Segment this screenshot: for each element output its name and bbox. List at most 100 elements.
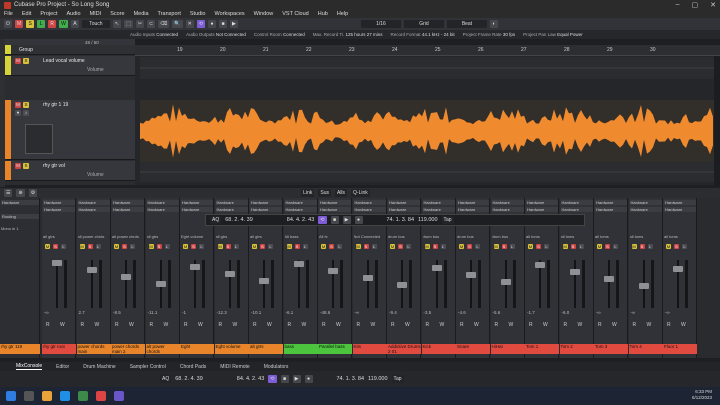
write-button[interactable]: W [59, 20, 68, 28]
write-button[interactable]: W [405, 322, 410, 328]
volume-value[interactable]: -10.1 [251, 310, 261, 315]
volume-fader-cap[interactable] [155, 281, 166, 287]
write-button[interactable]: W [302, 322, 307, 328]
output-routing[interactable]: Hardware [284, 200, 317, 205]
volume-fader-cap[interactable] [362, 275, 373, 281]
routing-target[interactable]: all gtrs [43, 234, 75, 239]
read-button[interactable]: R [115, 322, 119, 328]
read-button[interactable]: R [391, 322, 395, 328]
tab-midi-remote[interactable]: MIDI Remote [220, 364, 249, 370]
maximize-button[interactable]: ▢ [692, 1, 699, 9]
write-button[interactable]: W [60, 322, 65, 328]
mute-button[interactable]: S [329, 244, 334, 249]
input-routing[interactable]: Hardware [560, 207, 593, 212]
write-button[interactable]: W [578, 322, 583, 328]
track-name[interactable]: rhy gtr vol [43, 163, 65, 169]
routing-target[interactable]: all toms [595, 234, 627, 239]
channel-name[interactable]: Tom 4 [628, 344, 663, 354]
alls-button[interactable]: Alls [334, 189, 348, 197]
listen-button[interactable]: L [578, 244, 584, 249]
volume-fader-cap[interactable] [397, 282, 407, 288]
close-button[interactable]: ✕ [710, 1, 716, 9]
routing-target[interactable]: all toms [664, 234, 696, 239]
mute-button[interactable]: S [432, 244, 438, 249]
menu-item-edit[interactable]: Edit [22, 11, 31, 17]
channel-strip[interactable]: Hardware Hardware all power chrds M S L -8.5 R W… [111, 198, 145, 358]
volume-fader-track[interactable] [125, 260, 127, 308]
output-routing[interactable]: Hardware [112, 200, 144, 205]
mute-button[interactable]: S [570, 244, 576, 249]
read-button[interactable]: R [564, 322, 568, 328]
monitor-button[interactable]: M [183, 244, 188, 249]
automation-param[interactable]: Volume [87, 172, 104, 178]
status-item[interactable]: Record Format 44.1 kHz - 24 bit [391, 32, 455, 37]
right-locator[interactable]: 84. 4. 2. 43 [237, 376, 265, 382]
mute-button[interactable]: M [15, 102, 21, 108]
record-enable-icon[interactable]: ● [15, 110, 21, 116]
volume-fader-track[interactable] [608, 260, 610, 308]
mute-button[interactable]: M [15, 163, 21, 169]
volume-value[interactable]: -∞ [44, 310, 49, 315]
volume-fader-cap[interactable] [52, 260, 62, 266]
mute-tool-icon[interactable]: ✕ [185, 20, 194, 28]
volume-fader-cap[interactable] [638, 283, 649, 289]
output-routing[interactable]: Hardware [422, 200, 455, 205]
write-button[interactable]: W [233, 322, 238, 328]
menu-item-media[interactable]: Media [134, 11, 149, 17]
listen-button[interactable]: L [440, 244, 446, 249]
volume-fader-track[interactable] [263, 260, 265, 308]
glue-tool-icon[interactable]: ⊂ [147, 20, 156, 28]
channel-strip[interactable]: Hardware Hardware all gtrs M S L -∞ R Wrhy gtr r… [42, 198, 76, 358]
monitor-button[interactable]: M [355, 244, 361, 249]
output-routing[interactable]: Hardware [629, 200, 662, 205]
track-name[interactable]: rhy gtr 1 19 [43, 102, 68, 108]
input-routing[interactable]: Hardware [422, 207, 455, 212]
input-routing[interactable]: Hardware [284, 207, 317, 212]
menu-item-audio[interactable]: Audio [66, 11, 80, 17]
stop-icon[interactable]: ■ [218, 20, 227, 28]
minimize-button[interactable]: – [676, 1, 680, 9]
monitor-button[interactable]: M [493, 244, 499, 249]
routing-target[interactable]: Not Connected [354, 234, 386, 239]
channel-strip[interactable]: Hardware Hardware all power chrds M S L 2.7 R Wp… [76, 198, 111, 358]
output-routing[interactable]: Hardware [77, 200, 110, 205]
channel-name[interactable]: Floor 1 [663, 344, 697, 354]
monitor-button[interactable]: M [286, 244, 292, 249]
quantize-select[interactable]: 1/16 [360, 20, 401, 28]
channel-name[interactable]: Parallel bass [318, 344, 352, 354]
input-routing[interactable]: Hardware [491, 207, 524, 212]
sus-button[interactable]: Sus [318, 189, 331, 197]
menu-item-file[interactable]: File [4, 11, 13, 17]
volume-value[interactable]: 2.7 [79, 310, 85, 315]
read-button[interactable]: R [426, 322, 430, 328]
position-display[interactable]: 74. 1. 3. 84 [387, 217, 415, 223]
menu-item-help[interactable]: Help [337, 11, 348, 17]
volume-value[interactable]: -12.3 [217, 310, 227, 315]
channel-name[interactable]: rhy gtr root [42, 344, 76, 354]
input-routing[interactable]: Hardware [77, 207, 110, 212]
channel-name[interactable]: power chords main [76, 344, 111, 354]
tab-mixconsole[interactable]: MixConsole [16, 363, 43, 370]
listen-button[interactable]: L [37, 20, 46, 28]
menu-item-hub[interactable]: Hub [318, 11, 328, 17]
volume-fader-track[interactable] [228, 260, 231, 308]
right-locator[interactable]: 84. 4. 2. 43 [287, 217, 315, 223]
volume-value[interactable]: -11.1 [148, 310, 158, 315]
input-routing[interactable]: Hardware [1, 200, 39, 205]
channel-name[interactable]: alt gtrs [249, 344, 283, 354]
cubase-taskbar-icon[interactable] [96, 391, 106, 401]
input-routing[interactable]: Hardware [526, 207, 558, 212]
mute-button[interactable]: S [156, 244, 162, 249]
mute-button[interactable]: S [122, 244, 127, 249]
split-tool-icon[interactable]: ✂ [135, 20, 145, 28]
timeline-ruler[interactable]: 19 20 21 22 23 24 25 26 27 28 29 30 [135, 45, 720, 56]
volume-value[interactable]: -∞ [665, 310, 670, 315]
volume-value[interactable]: -6.1 [286, 310, 294, 315]
volume-fader-cap[interactable] [190, 264, 200, 270]
input-routing[interactable]: Hardware [112, 207, 144, 212]
input-routing[interactable]: Hardware [629, 207, 662, 212]
read-button[interactable]: R [150, 322, 154, 328]
routing-target[interactable]: all toms [526, 234, 558, 239]
routing-target[interactable]: drum bus [492, 234, 524, 239]
monitor-button[interactable]: M [148, 244, 154, 249]
